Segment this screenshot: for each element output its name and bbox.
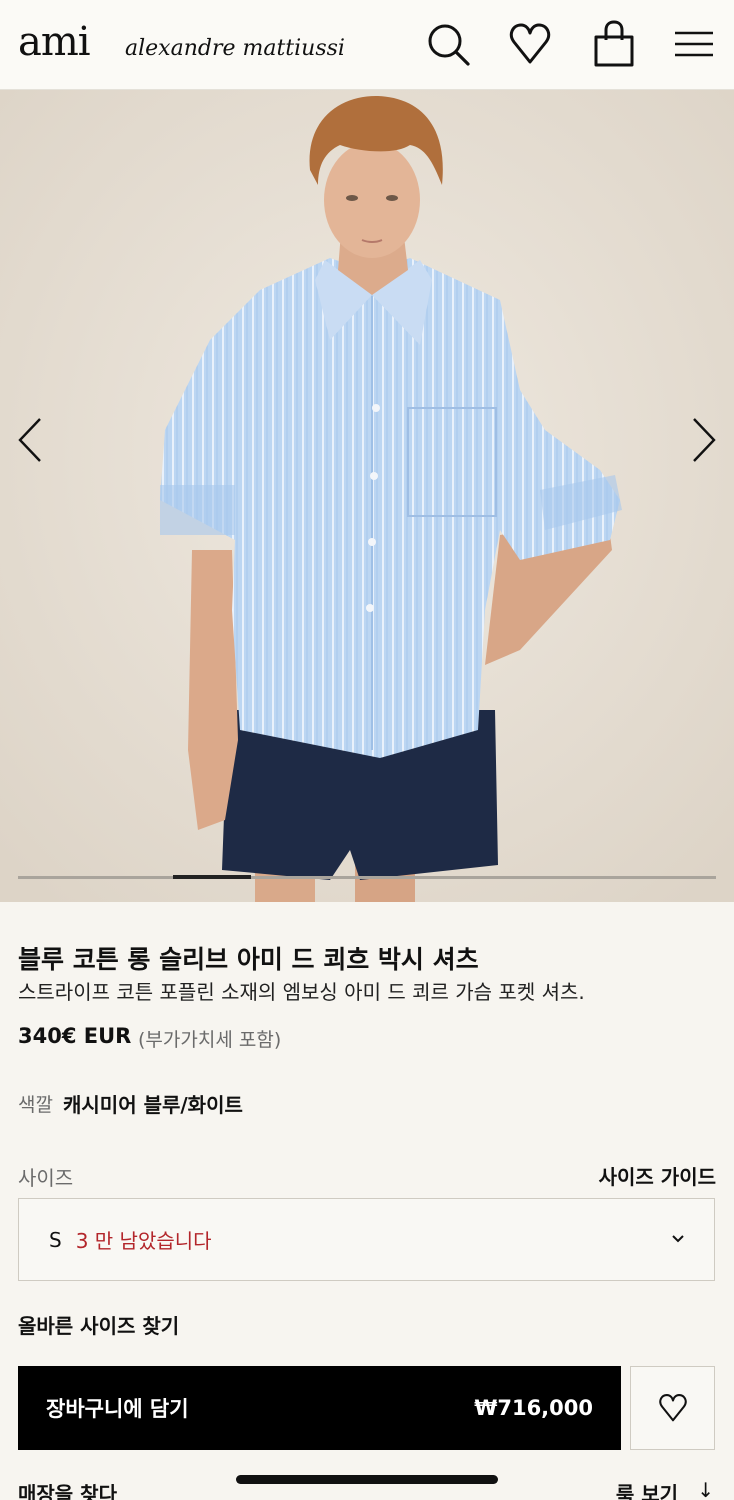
chevron-down-icon [672,1235,684,1243]
heart-icon[interactable] [506,20,554,68]
product-image-gallery[interactable] [0,90,734,902]
arrow-down-icon: ↓ [697,1478,714,1500]
product-photo [0,90,734,902]
wishlist-button[interactable] [630,1366,715,1450]
add-to-cart-button[interactable]: 장바구니에 담기 ₩716,000 [18,1366,621,1450]
gallery-next-button[interactable] [678,410,728,470]
find-store-link[interactable]: 매장을 찾다 [18,1478,117,1500]
gallery-prev-button[interactable] [6,410,56,470]
add-to-cart-price: ₩716,000 [474,1396,593,1420]
gallery-progress-indicator [173,875,251,879]
size-label: 사이즈 [18,1166,74,1190]
selected-size: S [49,1227,62,1252]
product-price: 340€ EUR [18,1024,132,1048]
color-label: 색깔 [18,1094,53,1116]
chevron-right-icon [693,418,716,462]
price-tax-note: (부가가치세 포함) [138,1029,282,1051]
brand-logo-subtitle[interactable]: alexandre mattiussi [125,38,345,60]
add-to-cart-label: 장바구니에 담기 [46,1397,189,1421]
home-indicator [236,1475,498,1484]
brand-logo[interactable]: ami [18,22,91,62]
product-page: ami alexandre mattiussi 블루 코튼 롱 슬리브 아미 드… [0,0,734,1500]
product-title: 블루 코튼 롱 슬리브 아미 드 쾨흐 박시 셔츠 [18,945,479,974]
size-guide-link[interactable]: 사이즈 가이드 [599,1161,716,1190]
search-icon[interactable] [424,20,472,68]
find-size-link[interactable]: 올바른 사이즈 찾기 [18,1310,179,1339]
heart-icon [658,1394,687,1422]
size-select[interactable]: S 3 만 남았습니다 [18,1198,715,1281]
stock-warning: 3 만 남았습니다 [75,1229,212,1253]
chevron-left-icon [18,418,41,462]
gallery-progress-bar [18,875,716,879]
view-look-link[interactable]: 룩 보기 [616,1478,678,1500]
product-description: 스트라이프 코튼 포플린 소재의 엠보싱 아미 드 쾨르 가슴 포켓 셔츠. [18,980,585,1004]
color-value: 캐시미어 블루/화이트 [63,1093,243,1117]
site-header: ami alexandre mattiussi [0,0,734,90]
bag-icon[interactable] [590,20,638,68]
menu-icon[interactable] [670,20,718,68]
